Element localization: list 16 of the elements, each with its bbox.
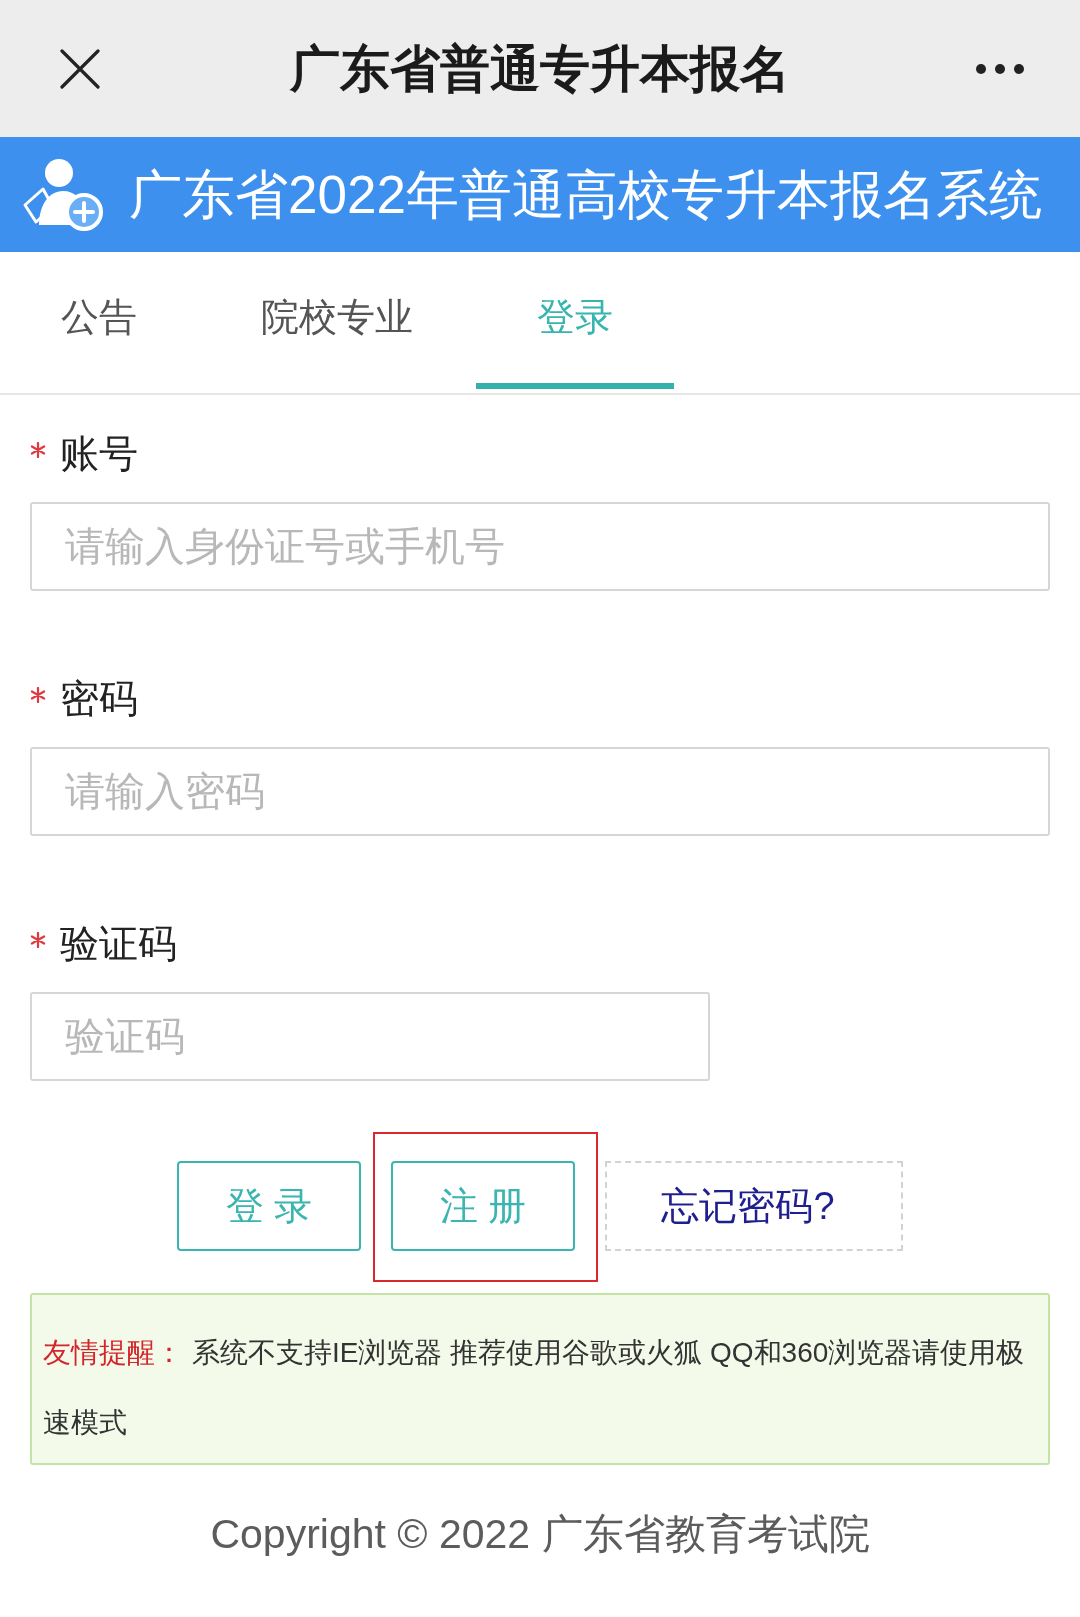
notice-text: 友情提醒： 系统不支持IE浏览器 推荐使用谷歌或火狐 QQ和360浏览器请使用极速模式: [43, 1336, 1026, 1440]
field-label: 验证码: [60, 921, 177, 967]
banner-title: 广东省2022年普通高校专升本报名系统: [129, 163, 1042, 226]
close-icon[interactable]: [60, 48, 100, 89]
input-field[interactable]: 请输入身份证号或手机号: [30, 502, 1050, 591]
page-title: 广东省普通专升本报名: [290, 39, 790, 99]
forgot-password-link[interactable]: 忘记密码?: [605, 1161, 903, 1251]
input-field[interactable]: 验证码: [30, 992, 710, 1081]
more-icon[interactable]: [976, 63, 1024, 74]
field-label: 密码: [60, 676, 138, 722]
user-plus-icon: [23, 158, 103, 231]
field-label: 账号: [60, 431, 138, 477]
tab[interactable]: 院校专业: [238, 252, 436, 389]
copyright-text: Copyright © 2022 广东省教育考试院: [210, 1510, 870, 1559]
tab[interactable]: 公告: [0, 252, 198, 389]
input-field[interactable]: 请输入密码: [30, 747, 1050, 836]
